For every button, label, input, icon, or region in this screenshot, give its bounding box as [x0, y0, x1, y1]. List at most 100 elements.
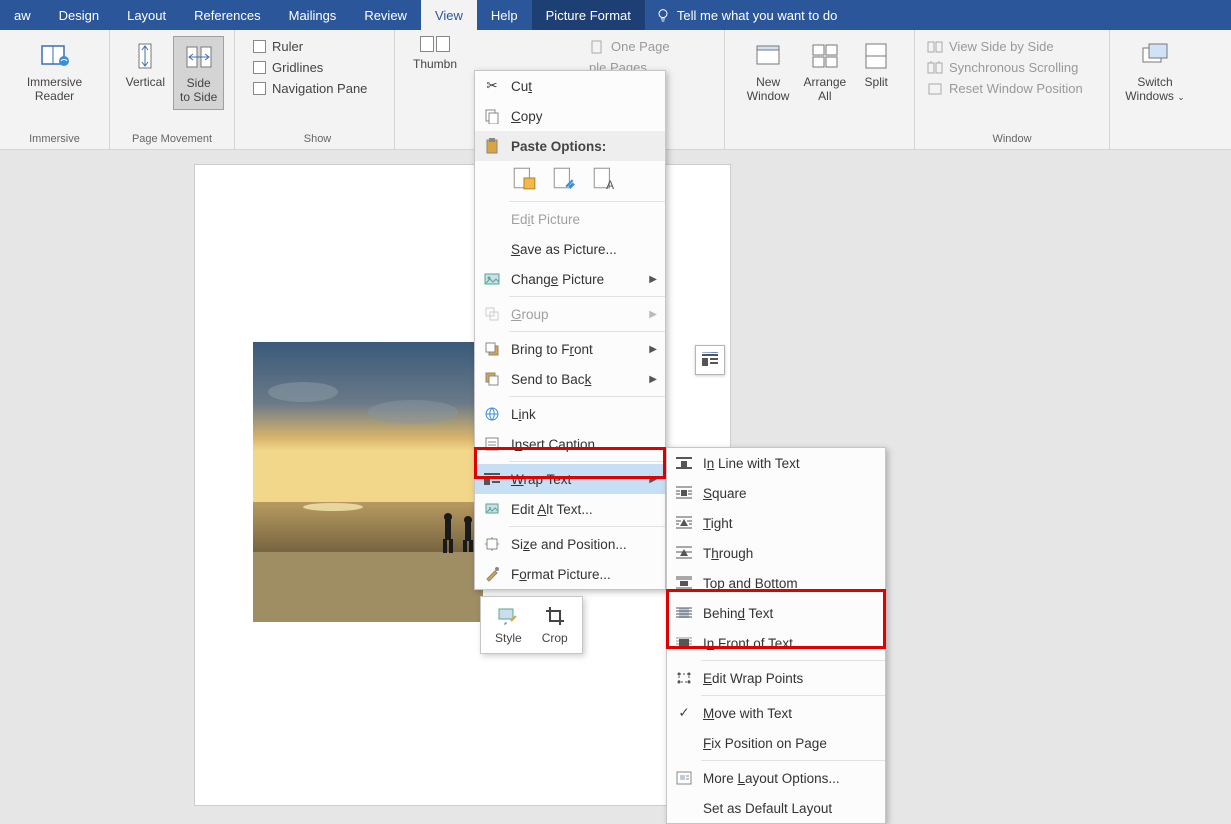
paste-icon	[483, 137, 501, 155]
split-button[interactable]: Split	[854, 36, 898, 94]
tab-view[interactable]: View	[421, 0, 477, 30]
wrap-fix-position[interactable]: Fix Position on Page	[667, 728, 885, 758]
group-label-page-movement: Page Movement	[132, 129, 212, 149]
edit-wrap-points-icon	[675, 669, 693, 687]
menu-send-to-back[interactable]: Send to Back▶	[475, 364, 665, 394]
submenu-arrow-icon: ▶	[649, 344, 657, 355]
menu-paste-options-header: Paste Options:	[475, 131, 665, 161]
wrap-tight[interactable]: Tight	[667, 508, 885, 538]
menu-copy[interactable]: Copy	[475, 101, 665, 131]
wrap-in-line-with-text[interactable]: In Line with Text	[667, 448, 885, 478]
immersive-reader-icon	[39, 40, 71, 72]
one-page-icon	[589, 40, 605, 54]
new-window-button[interactable]: New Window	[741, 36, 796, 108]
ruler-checkbox[interactable]: Ruler	[249, 36, 307, 57]
tell-me-label: Tell me what you want to do	[677, 8, 837, 23]
format-picture-icon	[483, 565, 501, 583]
menu-link[interactable]: Link	[475, 399, 665, 429]
change-picture-icon	[483, 270, 501, 288]
tab-design[interactable]: Design	[45, 0, 113, 30]
inserted-picture[interactable]	[253, 342, 483, 622]
picture-mini-toolbar: Style Crop	[480, 596, 583, 654]
paste-picture-icon[interactable]: A	[591, 165, 617, 191]
crop-icon	[544, 605, 566, 627]
submenu-arrow-icon: ▶	[649, 474, 657, 485]
tab-mailings[interactable]: Mailings	[275, 0, 351, 30]
reset-window-position-button[interactable]: Reset Window Position	[923, 78, 1087, 99]
thumbnails-button[interactable]: Thumbn	[407, 54, 463, 76]
svg-text:A: A	[606, 178, 614, 191]
menu-insert-caption[interactable]: Insert Caption...	[475, 429, 665, 459]
cut-icon: ✂	[483, 77, 501, 95]
picture-context-menu: ✂Cut Copy Paste Options: A Edit Picture …	[474, 70, 666, 590]
size-position-icon	[483, 535, 501, 553]
submenu-arrow-icon: ▶	[649, 309, 657, 320]
ribbon-tabbar: aw Design Layout References Mailings Rev…	[0, 0, 1231, 30]
tab-references[interactable]: References	[180, 0, 274, 30]
wrap-through[interactable]: Through	[667, 538, 885, 568]
reset-window-icon	[927, 82, 943, 96]
alt-text-icon	[483, 500, 501, 518]
menu-cut[interactable]: ✂Cut	[475, 71, 665, 101]
group-label-show: Show	[304, 129, 332, 149]
submenu-arrow-icon: ▶	[649, 374, 657, 385]
new-window-icon	[752, 40, 784, 72]
tab-picture-format[interactable]: Picture Format	[532, 0, 645, 30]
switch-windows-button[interactable]: Switch Windows ⌄	[1119, 36, 1191, 108]
immersive-reader-button[interactable]: Immersive Reader	[21, 36, 88, 108]
group-icon	[483, 305, 501, 323]
wrap-set-default-layout[interactable]: Set as Default Layout	[667, 793, 885, 823]
wrap-text-icon	[483, 470, 501, 488]
one-page-button[interactable]: One Page	[585, 36, 674, 57]
wrap-top-and-bottom[interactable]: Top and Bottom	[667, 568, 885, 598]
arrange-all-button[interactable]: Arrange All	[797, 36, 852, 108]
wrap-behind-text[interactable]: Behind Text	[667, 598, 885, 628]
side-to-side-icon	[183, 41, 215, 73]
wrap-square[interactable]: Square	[667, 478, 885, 508]
menu-change-picture[interactable]: Change Picture▶	[475, 264, 665, 294]
menu-bring-to-front[interactable]: Bring to Front▶	[475, 334, 665, 364]
paste-options-row: A	[475, 161, 665, 199]
menu-save-as-picture[interactable]: Save as Picture...	[475, 234, 665, 264]
sync-scrolling-button[interactable]: Synchronous Scrolling	[923, 57, 1082, 78]
caption-icon	[483, 435, 501, 453]
menu-edit-picture: Edit Picture	[475, 204, 665, 234]
menu-format-picture[interactable]: Format Picture...	[475, 559, 665, 589]
wrap-edit-wrap-points[interactable]: Edit Wrap Points	[667, 663, 885, 693]
navigation-pane-checkbox[interactable]: Navigation Pane	[249, 78, 371, 99]
link-icon	[483, 405, 501, 423]
layout-options-button[interactable]	[695, 345, 725, 375]
vertical-button[interactable]: Vertical	[120, 36, 171, 94]
tab-layout[interactable]: Layout	[113, 0, 180, 30]
view-side-by-side-button[interactable]: View Side by Side	[923, 36, 1058, 57]
menu-edit-alt-text[interactable]: Edit Alt Text...	[475, 494, 665, 524]
group-label-window: Window	[992, 129, 1031, 149]
paste-merge-icon[interactable]	[551, 165, 577, 191]
mini-style-button[interactable]: Style	[485, 601, 532, 649]
menu-size-and-position[interactable]: Size and Position...	[475, 529, 665, 559]
mini-crop-button[interactable]: Crop	[532, 601, 578, 649]
switch-windows-icon	[1139, 40, 1171, 72]
copy-icon	[483, 107, 501, 125]
wrap-more-layout-options[interactable]: More Layout Options...	[667, 763, 885, 793]
wrap-in-front-of-text[interactable]: In Front of Text	[667, 628, 885, 658]
checkbox-icon	[253, 61, 266, 74]
tell-me-search[interactable]: Tell me what you want to do	[655, 0, 837, 30]
wrap-move-with-text[interactable]: ✓Move with Text	[667, 698, 885, 728]
checkbox-icon	[253, 40, 266, 53]
paste-keep-source-icon[interactable]	[511, 165, 537, 191]
menu-wrap-text[interactable]: Wrap Text▶	[475, 464, 665, 494]
tab-help[interactable]: Help	[477, 0, 532, 30]
send-to-back-icon	[483, 370, 501, 388]
wrap-through-icon	[675, 544, 693, 562]
more-layout-icon	[675, 769, 693, 787]
wrap-behind-icon	[675, 604, 693, 622]
menu-group: Group▶	[475, 299, 665, 329]
side-to-side-button[interactable]: Side to Side	[173, 36, 224, 110]
vertical-icon	[129, 40, 161, 72]
gridlines-checkbox[interactable]: Gridlines	[249, 57, 327, 78]
tab-review[interactable]: Review	[350, 0, 421, 30]
style-icon	[497, 605, 519, 627]
wrap-square-icon	[675, 484, 693, 502]
tab-draw[interactable]: aw	[0, 0, 45, 30]
